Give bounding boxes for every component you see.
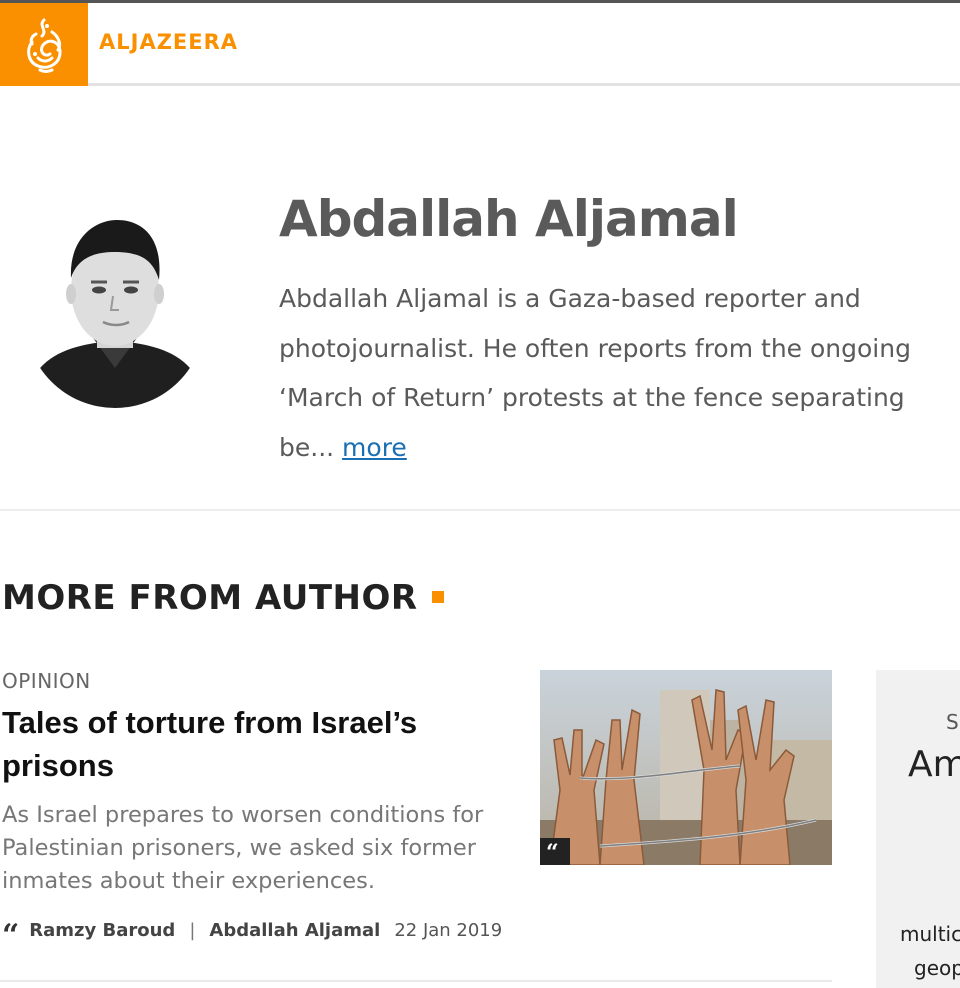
author-bio: Abdallah Aljamal is a Gaza-based reporte…	[279, 274, 949, 472]
byline-author-secondary[interactable]: Abdallah Aljamal	[209, 920, 380, 941]
author-profile: Abdallah Aljamal Abdallah Aljamal is a G…	[0, 160, 960, 510]
author-avatar	[25, 198, 205, 408]
site-header: ALJAZEERA	[0, 3, 960, 86]
article-date: 22 Jan 2019	[394, 919, 503, 941]
section-title-text: MORE FROM AUTHOR	[2, 578, 418, 618]
side-card-kicker: S	[946, 710, 959, 734]
article-headline[interactable]: Tales of torture from Israel’s prisons	[2, 701, 502, 787]
author-name: Abdallah Aljamal	[279, 190, 739, 248]
section-divider	[0, 509, 960, 511]
aljazeera-logo-icon	[27, 18, 62, 73]
article-card[interactable]: OPINION Tales of torture from Israel’s p…	[0, 665, 835, 983]
side-feature-card[interactable]: S Am multic geop	[876, 670, 960, 988]
aljazeera-logo[interactable]	[0, 3, 88, 86]
byline-author-primary[interactable]: Ramzy Baroud	[29, 920, 175, 941]
article-byline: “ Ramzy Baroud | Abdallah Aljamal 22 Jan…	[2, 918, 503, 953]
chained-hands-photo-icon: “	[540, 670, 832, 865]
section-title: MORE FROM AUTHOR	[2, 578, 444, 618]
svg-text:“: “	[546, 840, 559, 865]
article-thumbnail[interactable]: “	[540, 670, 832, 865]
article-summary: As Israel prepares to worsen conditions …	[2, 802, 484, 894]
brand-name[interactable]: ALJAZEERA	[99, 30, 238, 54]
article-kicker[interactable]: OPINION	[2, 669, 91, 693]
orange-square-icon	[431, 590, 444, 603]
byline-separator: |	[189, 919, 196, 941]
side-card-text-line2: geop	[914, 956, 960, 980]
article-bottom-rule	[0, 980, 832, 982]
side-card-title[interactable]: Am	[908, 744, 960, 785]
more-link[interactable]: more	[342, 433, 407, 462]
quote-icon: “	[2, 918, 20, 953]
side-card-text-line1: multic	[900, 922, 960, 946]
